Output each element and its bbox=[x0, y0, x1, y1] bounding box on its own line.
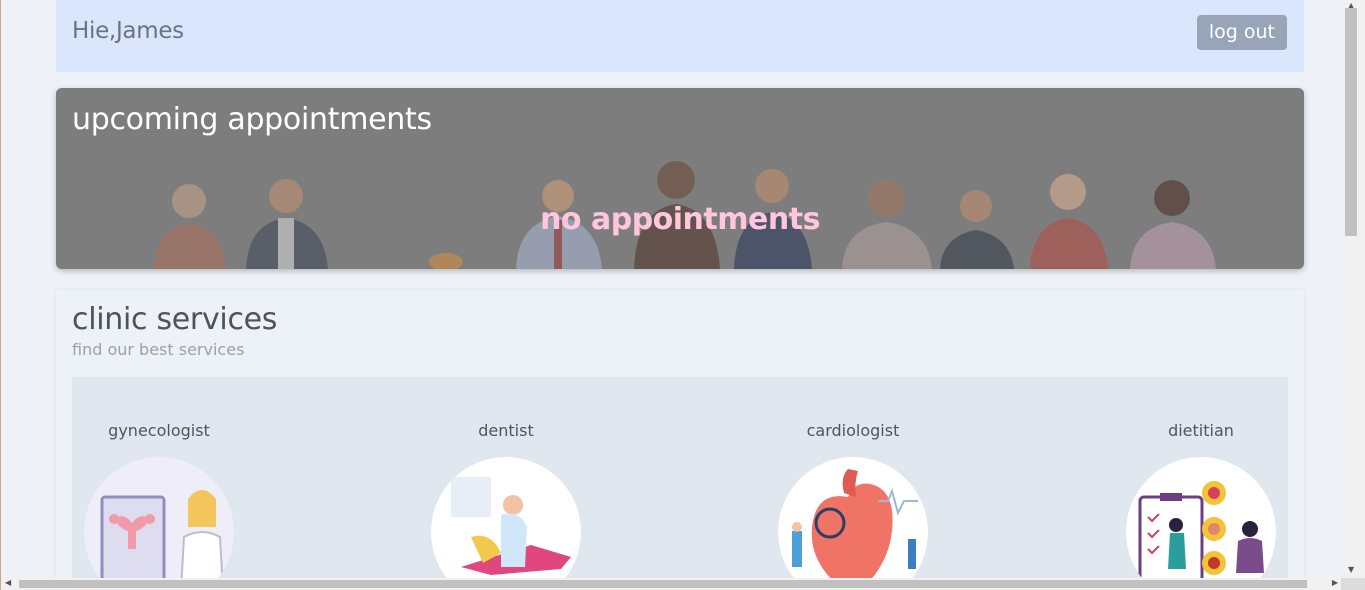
service-label: cardiologist bbox=[806, 421, 900, 440]
dentist-illustration-icon bbox=[431, 457, 581, 578]
clinic-services-section: clinic services find our best services g… bbox=[56, 290, 1304, 578]
appointments-title: upcoming appointments bbox=[72, 102, 432, 137]
header-bar: Hie,James log out bbox=[56, 0, 1304, 72]
horizontal-scroll-thumb[interactable] bbox=[19, 580, 1307, 588]
logout-button[interactable]: log out bbox=[1196, 15, 1287, 50]
scroll-down-icon[interactable]: ▼ bbox=[1348, 565, 1354, 574]
upcoming-appointments-card: upcoming appointments no appointments bbox=[56, 88, 1304, 269]
services-subtitle: find our best services bbox=[72, 340, 245, 359]
vertical-scroll-thumb[interactable] bbox=[1345, 8, 1357, 236]
service-label: gynecologist bbox=[108, 421, 210, 440]
scroll-right-icon[interactable]: ▶ bbox=[1332, 578, 1338, 587]
service-card-cardiologist[interactable]: cardiologist bbox=[773, 421, 933, 578]
page: Hie,James log out upcoming appointments … bbox=[1, 0, 1342, 578]
gynecologist-illustration-icon bbox=[84, 457, 234, 578]
service-card-gynecologist[interactable]: gynecologist bbox=[79, 421, 239, 578]
greeting-text: Hie,James bbox=[72, 18, 184, 44]
scroll-left-icon[interactable]: ◀ bbox=[5, 578, 11, 587]
cardiologist-illustration-icon bbox=[778, 457, 928, 578]
service-label: dietitian bbox=[1168, 421, 1234, 440]
scrollbar-corner bbox=[1341, 578, 1365, 590]
service-label: dentist bbox=[478, 421, 534, 440]
service-card-dietitian[interactable]: dietitian bbox=[1121, 421, 1281, 578]
dietitian-illustration-icon bbox=[1126, 457, 1276, 578]
horizontal-scrollbar[interactable]: ◀ ▶ bbox=[1, 578, 1342, 590]
services-title: clinic services bbox=[72, 302, 278, 337]
services-panel: gynecologist dentist cardiologist dietit… bbox=[72, 377, 1288, 578]
service-card-dentist[interactable]: dentist bbox=[426, 421, 586, 578]
no-appointments-message: no appointments bbox=[540, 202, 820, 237]
vertical-scrollbar[interactable]: ▲ ▼ bbox=[1341, 0, 1365, 578]
